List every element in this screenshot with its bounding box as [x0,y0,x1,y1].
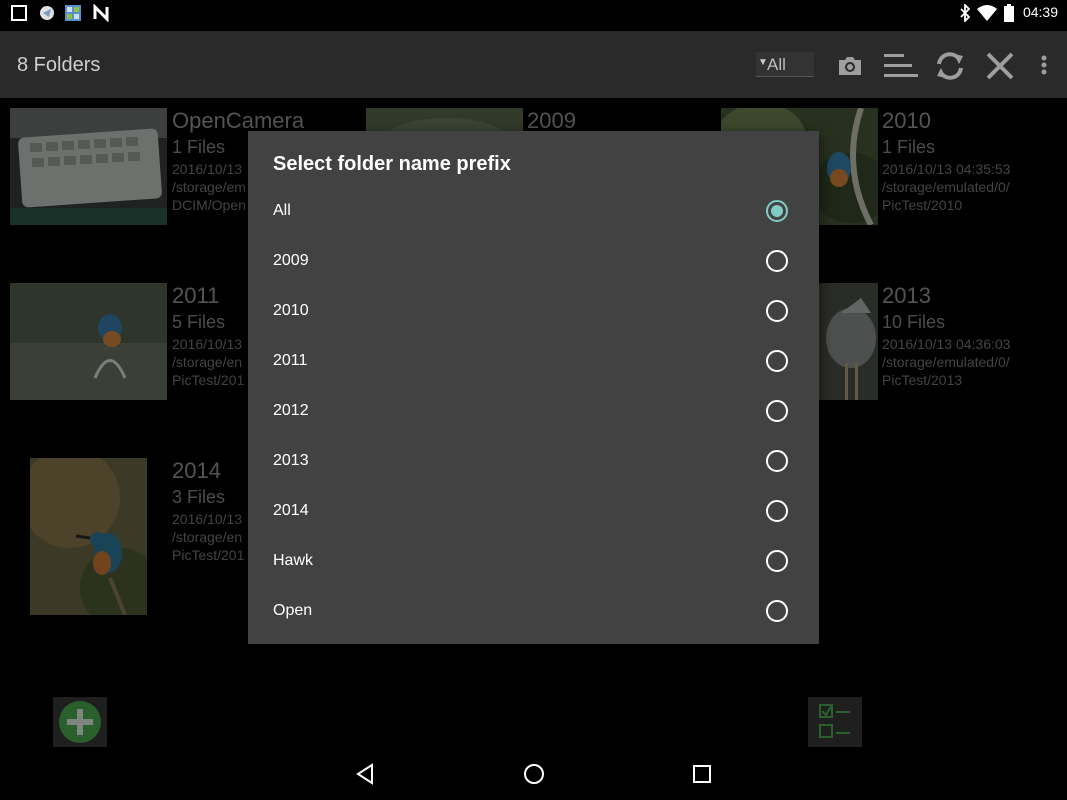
option-label: 2012 [273,402,309,419]
option-label: 2011 [273,352,308,369]
battery-icon [1004,4,1014,22]
camera-icon[interactable] [832,48,868,84]
radio-unchecked-icon[interactable] [766,550,788,572]
dialog-option[interactable]: Open [248,586,819,636]
option-label: 2009 [273,252,309,269]
refresh-icon[interactable] [932,48,968,84]
recents-icon[interactable] [690,762,714,786]
radio-unchecked-icon[interactable] [766,250,788,272]
page-title: 8 Folders [17,54,101,76]
n-notification-icon [93,4,109,22]
dialog-title: Select folder name prefix [273,153,511,175]
gallery-notification-icon [65,5,81,21]
bluetooth-icon [960,4,971,22]
sort-icon[interactable] [882,48,918,84]
status-time: 04:39 [1022,4,1058,20]
dialog-option[interactable]: 2013 [248,436,819,486]
radio-unchecked-icon[interactable] [766,450,788,472]
prefix-filter-dropdown[interactable]: ▼ All [756,52,814,77]
radio-unchecked-icon[interactable] [766,350,788,372]
option-label: Hawk [273,552,314,569]
option-label: 2014 [273,502,309,519]
back-icon[interactable] [353,762,377,786]
wifi-icon [977,5,997,21]
option-label: All [273,202,291,219]
option-label: 2010 [273,302,309,319]
dialog-option[interactable]: 2009 [248,236,819,286]
radio-checked-icon[interactable] [766,200,788,222]
dialog-option[interactable]: 2014 [248,486,819,536]
radio-unchecked-icon[interactable] [766,600,788,622]
option-label: 2013 [273,452,309,469]
status-bar: 04:39 [0,0,1067,26]
dialog-option[interactable]: 2011 [248,336,819,386]
dialog-option[interactable]: 2012 [248,386,819,436]
app-notification-icon [40,6,54,20]
close-icon[interactable] [982,48,1018,84]
home-icon[interactable] [522,762,546,786]
overflow-menu-icon[interactable] [1026,48,1062,84]
dialog-option[interactable]: Hawk [248,536,819,586]
prefix-select-dialog: Select folder name prefix All 2009 2010 … [248,131,819,644]
dialog-option[interactable]: All [248,186,819,236]
navigation-bar [0,748,1067,800]
radio-unchecked-icon[interactable] [766,300,788,322]
radio-unchecked-icon[interactable] [766,400,788,422]
radio-unchecked-icon[interactable] [766,500,788,522]
option-label: Open [273,602,313,619]
prefix-filter-value: All [767,55,786,74]
dialog-option[interactable]: 2010 [248,286,819,336]
square-icon [11,5,27,21]
